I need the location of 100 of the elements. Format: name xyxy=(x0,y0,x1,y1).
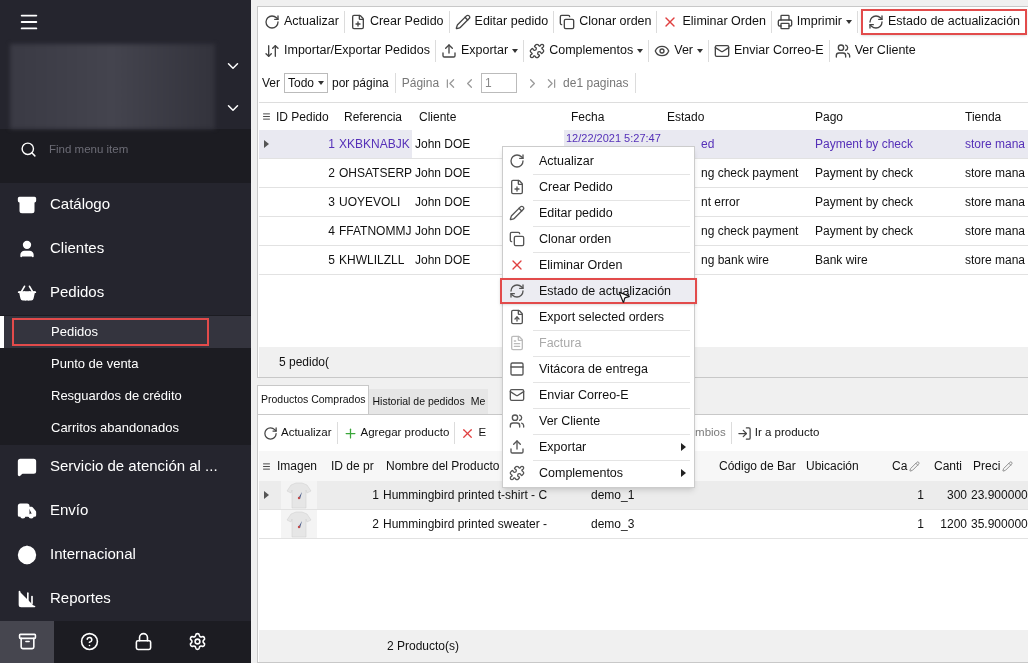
submenu-arrow-icon xyxy=(681,469,686,477)
per-page-select[interactable]: Todo xyxy=(284,73,328,93)
toolbar-button[interactable]: Eliminar Orden xyxy=(660,8,768,35)
column-header[interactable]: Preci xyxy=(969,457,1028,475)
basket-icon xyxy=(17,282,37,303)
toolbar-button[interactable]: Editar pedido xyxy=(452,8,551,35)
product-count: 2 Producto(s) xyxy=(387,638,460,655)
sidebar-subitem[interactable]: Punto de venta xyxy=(12,349,209,378)
menu-item[interactable]: Vitácora de entrega xyxy=(503,356,694,382)
column-header[interactable]: Estado xyxy=(664,107,812,126)
tab[interactable]: Historial de pedidos xyxy=(369,389,468,414)
toolbar-button[interactable]: Importar/Exportar Pedidos xyxy=(262,37,432,64)
toolbar-button[interactable]: Ir a producto xyxy=(735,424,821,442)
tab[interactable]: Me xyxy=(467,389,489,414)
row-indicator-icon xyxy=(263,491,269,499)
column-header[interactable]: ID de pr xyxy=(325,457,381,475)
column-header[interactable]: Referencia xyxy=(339,107,412,126)
table-cell-text: 4 xyxy=(327,223,336,240)
table-cell-text: store mana xyxy=(964,223,1027,240)
puzzle-icon xyxy=(509,465,525,481)
toolbar-button[interactable]: Actualizar xyxy=(262,8,341,35)
product-row[interactable]: 2 Hummingbird printed sweater - demo_3 1 1200 35.900000 xyxy=(259,510,1028,539)
menu-item[interactable]: Estado de actualización xyxy=(500,278,697,304)
column-header[interactable]: Canti xyxy=(930,457,969,475)
column-header[interactable]: Código de Bar xyxy=(713,457,801,475)
caret-icon xyxy=(697,48,703,53)
menu-item[interactable]: Enviar Correo-E xyxy=(503,382,694,408)
mail-icon xyxy=(714,42,730,59)
column-header[interactable]: ID Pedido xyxy=(273,107,339,126)
column-header[interactable]: Pago xyxy=(812,107,962,126)
sidebar-item[interactable]: Reportes xyxy=(0,576,251,621)
sidebar-item[interactable]: Servicio de atención al ... xyxy=(0,444,251,489)
sidebar-item[interactable]: Clientes xyxy=(0,226,251,271)
pencil-icon xyxy=(454,13,471,30)
table-cell-text: 1200 xyxy=(939,516,968,533)
table-cell-text: 3 xyxy=(327,194,336,211)
table-cell-text: KHWLILZLL xyxy=(339,252,406,269)
toolbar-button[interactable]: Imprimir xyxy=(774,8,854,35)
toolbar-button[interactable]: Complementos xyxy=(527,37,646,64)
table-cell-text: 23.900000 xyxy=(970,487,1028,504)
table-cell-text: 1 xyxy=(327,136,336,153)
row-indicator-icon xyxy=(263,140,269,148)
column-header[interactable]: Tienda xyxy=(962,107,1028,126)
table-cell-text: John DOE xyxy=(414,194,472,211)
toolbar-button[interactable]: Estado de actualización xyxy=(861,8,1028,35)
toolbar-button[interactable]: Crear Pedido xyxy=(347,8,446,35)
order-count: 5 pedido( xyxy=(279,354,330,371)
upload-icon xyxy=(440,42,457,59)
table-cell-text: 1 xyxy=(916,516,925,533)
sidebar-subitem[interactable]: Carritos abandonados xyxy=(12,413,209,442)
sidebar-item[interactable]: Internacional xyxy=(0,532,251,577)
column-header[interactable]: Cliente xyxy=(412,107,564,126)
toolbar-button[interactable]: E xyxy=(459,424,488,442)
menu-item[interactable]: Export selected orders xyxy=(503,304,694,330)
column-menu-icon[interactable] xyxy=(261,112,271,121)
sidebar-item[interactable]: Catálogo xyxy=(0,182,251,227)
menu-item[interactable]: Crear Pedido xyxy=(503,174,694,200)
column-header[interactable]: Ca xyxy=(888,457,930,475)
menu-item[interactable]: Ver Cliente xyxy=(503,408,694,434)
footer-button[interactable] xyxy=(0,620,54,663)
submenu-arrow-icon xyxy=(681,443,686,451)
table-cell-text: 12/22/2021 5:27:47 xyxy=(566,131,661,146)
arrows-icon xyxy=(264,42,280,59)
column-menu-icon[interactable] xyxy=(261,461,271,471)
toolbar-button[interactable]: Clonar orden xyxy=(557,8,654,35)
sidebar-subitem[interactable]: Resguardos de crédito xyxy=(12,381,209,410)
table-cell-text: nt error xyxy=(700,194,741,211)
tab[interactable]: Productos Comprados xyxy=(257,385,370,414)
table-cell-text: 2 xyxy=(327,165,336,182)
toolbar-button[interactable]: Actualizar xyxy=(262,424,333,442)
column-header[interactable]: Imagen xyxy=(273,457,325,475)
menu-item[interactable]: Clonar orden xyxy=(503,226,694,252)
copy-icon xyxy=(559,13,576,30)
toolbar-button[interactable]: Enviar Correo-E xyxy=(712,37,826,64)
help-icon xyxy=(79,632,99,652)
table-cell-text: store mana xyxy=(964,165,1027,182)
per-page-label: por página xyxy=(332,75,389,92)
archive-icon xyxy=(17,632,37,652)
table-cell-text: Hummingbird printed t-shirt - C xyxy=(382,487,549,504)
menu-item[interactable]: Eliminar Orden xyxy=(503,252,694,278)
table-cell-text: 1 xyxy=(916,487,925,504)
table-cell-text: Payment by check xyxy=(814,136,915,153)
toolbar-button[interactable]: Ver Cliente xyxy=(832,37,918,64)
table-cell-text: demo_3 xyxy=(591,516,636,533)
pencil-icon xyxy=(509,205,525,221)
table-cell-text: Bank wire xyxy=(814,252,869,269)
sidebar-subitem[interactable]: Pedidos xyxy=(12,317,209,346)
product-row[interactable]: 1 Hummingbird printed t-shirt - C demo_1 1 300 23.900000 xyxy=(259,481,1028,510)
toolbar-button[interactable]: Ver xyxy=(652,37,705,64)
login-icon xyxy=(736,425,752,441)
toolbar-button[interactable]: Agregar producto xyxy=(341,424,451,442)
menu-item[interactable]: Exportar xyxy=(503,434,694,460)
menu-item[interactable]: Editar pedido xyxy=(503,200,694,226)
column-header[interactable]: Ubicación xyxy=(801,457,888,475)
page-field[interactable]: 1 xyxy=(481,73,518,93)
column-header[interactable]: Fecha xyxy=(564,107,664,126)
caret-icon xyxy=(637,48,644,53)
toolbar-button[interactable]: Exportar xyxy=(438,37,521,64)
sidebar-item[interactable]: Envío xyxy=(0,488,251,533)
file-plus-icon xyxy=(509,179,525,195)
